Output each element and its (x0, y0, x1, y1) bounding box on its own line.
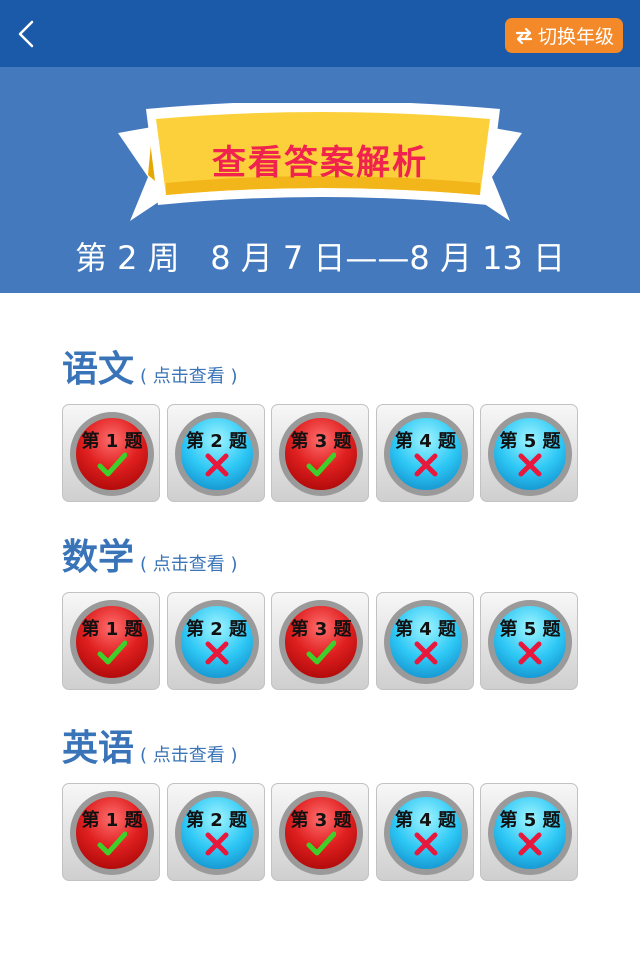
week-banner: 查看答案解析 第 2 周 8 月 7 日——8 月 13 日 (0, 67, 640, 293)
switch-grade-label: 切换年级 (537, 26, 614, 48)
week-number: 第 2 周 (74, 239, 180, 277)
cross-icon (414, 832, 437, 856)
question-label: 第 1 题 (81, 619, 143, 640)
question-button[interactable]: 第 4 题 (375, 592, 474, 690)
question-label: 第 5 题 (499, 619, 561, 640)
question-button[interactable]: 第 5 题 (480, 404, 578, 502)
subject-name: 英语 (62, 728, 135, 769)
question-label: 第 2 题 (185, 431, 248, 452)
question-button[interactable]: 第 2 题 (166, 404, 265, 502)
subject-hint[interactable]: ( 点击查看 ) (140, 364, 238, 390)
question-label: 第 4 题 (394, 619, 457, 640)
question-label: 第 1 题 (81, 431, 143, 452)
checkmark-icon (97, 831, 127, 856)
checkmark-icon (97, 640, 127, 665)
page-title: 查看答案解析 (212, 143, 428, 183)
cross-icon (205, 453, 228, 477)
subject-header: 数学 ( 点击查看 ) (62, 530, 582, 578)
question-button[interactable]: 第 1 题 (62, 592, 160, 690)
week-range: 第 2 周 8 月 7 日——8 月 13 日 (0, 233, 640, 279)
subject-math: 数学 ( 点击查看 ) 第 1 题 第 2 题 第 3 题 第 4 题 第 5 题 (62, 530, 582, 690)
question-button[interactable]: 第 5 题 (480, 592, 578, 690)
question-button[interactable]: 第 3 题 (271, 783, 369, 881)
subject-header: 英语 ( 点击查看 ) (62, 721, 582, 769)
checkmark-icon (306, 831, 336, 856)
question-row: 第 1 题 第 2 题 第 3 题 第 4 题 第 5 题 (62, 592, 582, 692)
cross-icon (205, 641, 228, 665)
question-button[interactable]: 第 3 题 (271, 592, 369, 690)
question-label: 第 3 题 (290, 810, 352, 831)
back-button[interactable] (12, 14, 44, 54)
subject-name: 语文 (62, 349, 135, 390)
cross-icon (518, 641, 542, 665)
question-label: 第 3 题 (290, 619, 352, 640)
question-label: 第 1 题 (81, 810, 143, 831)
subject-chinese: 语文 ( 点击查看 ) 第 1 题 第 2 题 第 3 题 第 4 题 第 5 题 (62, 342, 582, 502)
question-row: 第 1 题 第 2 题 第 3 题 第 4 题 第 5 题 (62, 404, 582, 504)
subject-header: 语文 ( 点击查看 ) (62, 342, 582, 390)
swap-arrows-icon (515, 27, 533, 44)
checkmark-icon (306, 452, 336, 477)
chevron-left-icon (18, 20, 34, 48)
question-label: 第 2 题 (185, 810, 248, 831)
question-label: 第 3 题 (290, 431, 352, 452)
question-label: 第 2 题 (185, 619, 248, 640)
cross-icon (414, 641, 437, 665)
subject-hint[interactable]: ( 点击查看 ) (140, 743, 238, 769)
question-label: 第 5 题 (499, 810, 561, 831)
question-button[interactable]: 第 4 题 (375, 783, 474, 881)
question-button[interactable]: 第 5 题 (480, 783, 578, 881)
date-range: 8 月 7 日——8 月 13 日 (210, 239, 566, 277)
checkmark-icon (97, 452, 127, 477)
switch-grade-button[interactable]: 切换年级 (505, 18, 623, 53)
cross-icon (414, 453, 437, 477)
cross-icon (205, 832, 228, 856)
question-label: 第 4 题 (394, 431, 457, 452)
top-navbar: 切换年级 (0, 0, 640, 67)
question-button[interactable]: 第 4 题 (375, 404, 474, 502)
question-button[interactable]: 第 3 题 (271, 404, 369, 502)
question-label: 第 4 题 (394, 810, 457, 831)
subject-name: 数学 (62, 537, 135, 578)
question-button[interactable]: 第 1 题 (62, 404, 160, 502)
question-button[interactable]: 第 1 题 (62, 783, 160, 881)
subject-english: 英语 ( 点击查看 ) 第 1 题 第 2 题 第 3 题 第 4 题 第 5 题 (62, 721, 582, 881)
question-button[interactable]: 第 2 题 (166, 783, 265, 881)
cross-icon (518, 453, 542, 477)
question-row: 第 1 题 第 2 题 第 3 题 第 4 题 第 5 题 (62, 783, 582, 883)
question-label: 第 5 题 (499, 431, 561, 452)
cross-icon (518, 832, 542, 856)
checkmark-icon (306, 640, 336, 665)
subject-hint[interactable]: ( 点击查看 ) (140, 552, 238, 578)
question-button[interactable]: 第 2 题 (166, 592, 265, 690)
